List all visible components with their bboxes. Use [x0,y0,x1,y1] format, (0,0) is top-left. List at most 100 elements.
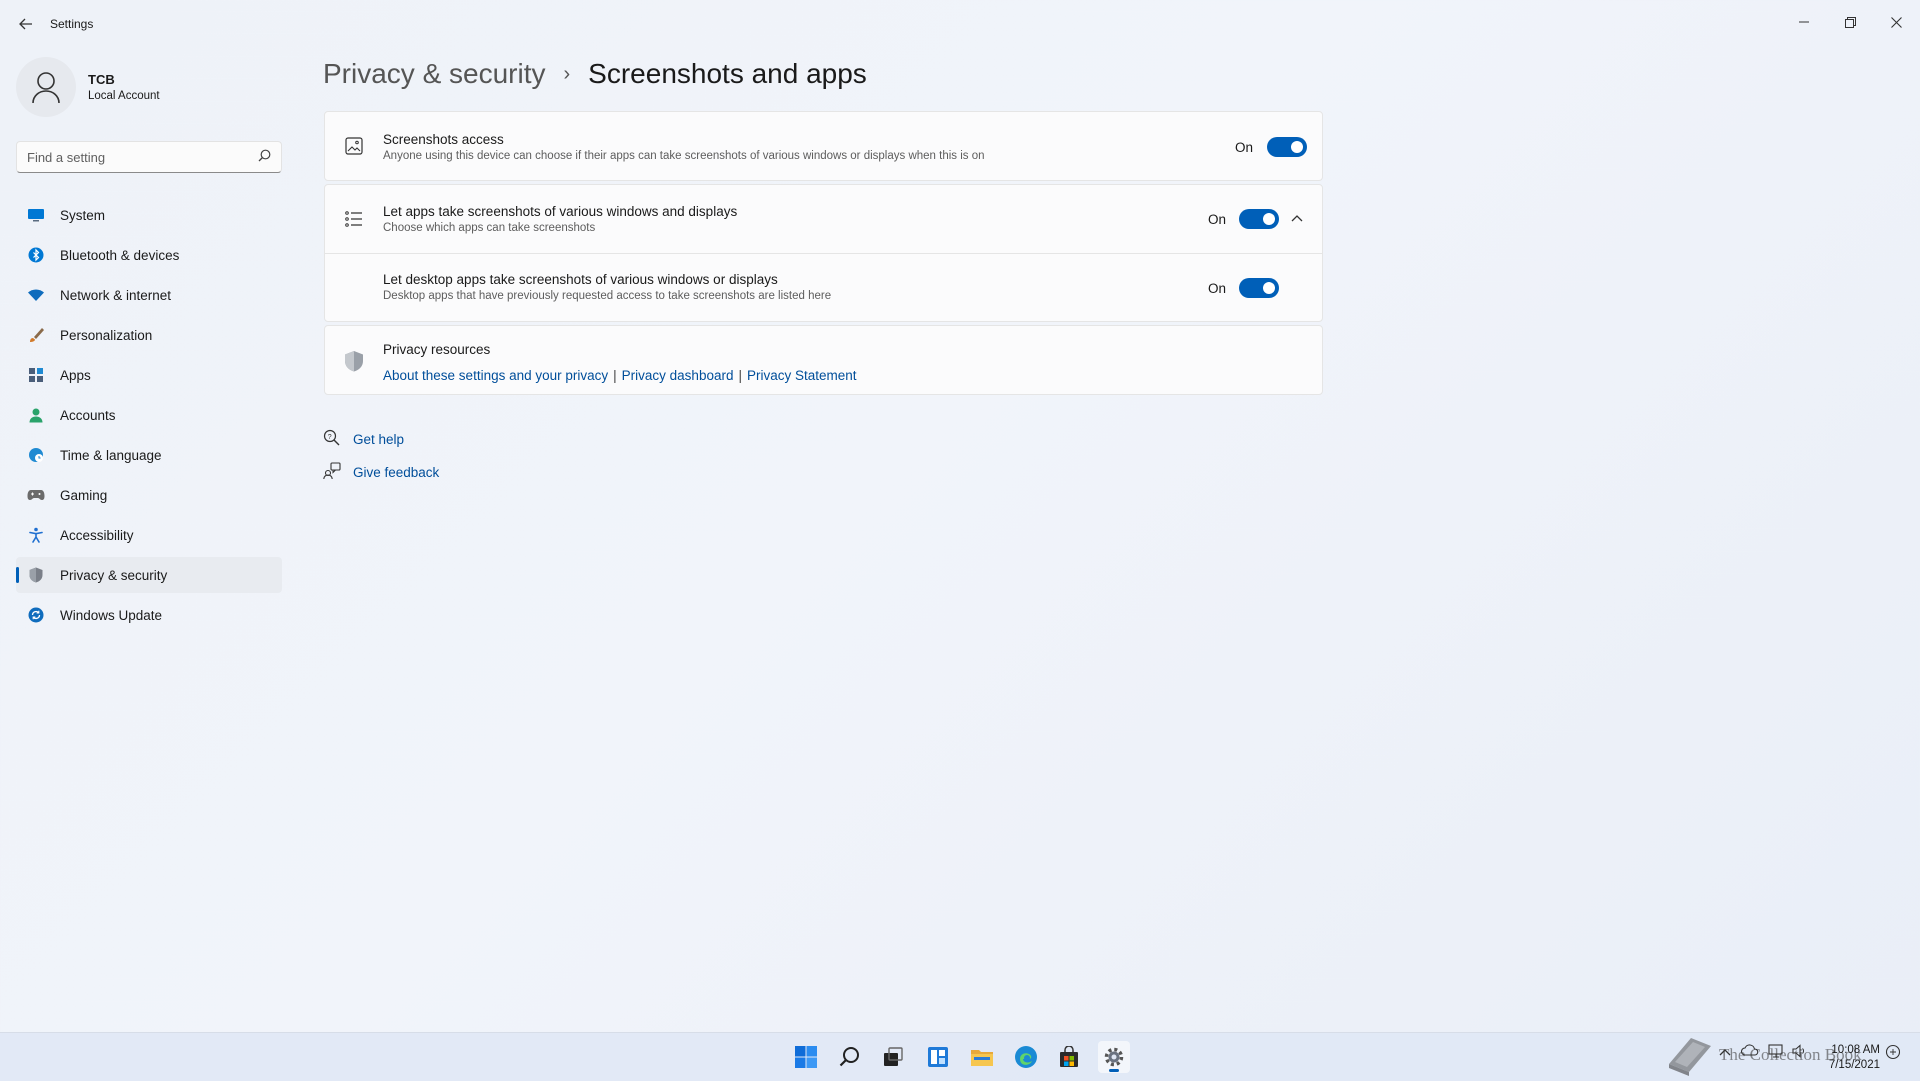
brush-icon [27,326,45,344]
edge-icon[interactable] [1010,1041,1042,1073]
title-bar: Settings [0,0,1920,48]
sidebar-item-label: Privacy & security [60,567,168,583]
tray-overflow-chevron-icon[interactable] [1719,1044,1731,1059]
sidebar-item-label: Personalization [60,327,153,343]
sidebar-item-windows-update[interactable]: Windows Update [16,597,282,633]
help-icon: ? [323,429,341,450]
store-icon[interactable] [1053,1041,1085,1073]
user-name: TCB [88,72,115,87]
give-feedback-link[interactable]: Give feedback [353,465,439,480]
about-settings-link[interactable]: About these settings and your privacy [383,368,608,383]
sidebar-item-label: Bluetooth & devices [60,247,180,263]
let-apps-toggle[interactable] [1239,209,1279,229]
page-title: Screenshots and apps [588,58,867,89]
sidebar-item-label: Time & language [60,447,162,463]
sidebar-item-apps[interactable]: Apps [16,357,282,393]
setting-title: Screenshots access [383,132,504,147]
sidebar-nav: System Bluetooth & devices Network & int… [16,197,282,637]
sidebar-item-accessibility[interactable]: Accessibility [16,517,282,553]
start-icon[interactable] [790,1041,822,1073]
sidebar-item-label: System [60,207,106,223]
restore-icon [1844,16,1856,28]
privacy-links: About these settings and your privacy | … [383,368,857,383]
privacy-resources-card: Privacy resources About these settings a… [324,325,1323,395]
settings-icon[interactable] [1098,1041,1130,1073]
clock-time: 10:08 AM [1831,1044,1880,1056]
minimize-button[interactable] [1781,6,1827,38]
setting-card-let-apps[interactable]: Let apps take screenshots of various win… [325,185,1322,254]
file-explorer-icon[interactable] [966,1041,998,1073]
setting-description: Choose which apps can take screenshots [383,222,596,234]
setting-card-let-desktop-apps: Let desktop apps take screenshots of var… [325,254,1322,321]
privacy-resources-title: Privacy resources [383,342,491,357]
monitor-icon [27,206,45,224]
get-help-link[interactable]: Get help [353,432,404,447]
apps-icon [27,366,45,384]
avatar[interactable] [16,57,76,117]
sidebar-item-label: Gaming [60,487,108,503]
toggle-knob [1263,282,1275,294]
feedback-icon [323,462,341,483]
sidebar-item-system[interactable]: System [16,197,282,233]
app-title: Settings [50,17,94,31]
shield-icon [27,566,45,584]
clock-date: 7/15/2021 [1828,1059,1880,1071]
link-separator: | [613,368,617,383]
sidebar-item-bluetooth[interactable]: Bluetooth & devices [16,237,282,273]
taskbar [0,1032,1920,1081]
search-input[interactable] [17,142,257,172]
chevron-up-icon[interactable] [1291,209,1303,225]
sidebar-item-label: Network & internet [60,287,172,303]
notification-icon[interactable] [1885,1044,1901,1063]
breadcrumb-separator: › [563,62,571,85]
svg-text:?: ? [328,434,332,441]
back-button[interactable] [14,12,38,36]
setting-title: Let desktop apps take screenshots of var… [383,272,778,287]
minimize-icon [1799,21,1809,23]
list-icon [343,208,365,230]
onedrive-icon[interactable] [1740,1044,1759,1059]
wifi-icon [27,286,45,304]
give-feedback-row[interactable]: Give feedback [323,462,439,483]
toggle-knob [1263,213,1275,225]
breadcrumb: Privacy & security › Screenshots and app… [323,58,867,90]
shield-icon [343,350,365,372]
widgets-icon[interactable] [922,1041,954,1073]
update-icon [27,606,45,624]
screenshots-access-toggle[interactable] [1267,137,1307,157]
user-account-type: Local Account [88,90,160,102]
person-icon [27,406,45,424]
search-icon[interactable] [834,1041,866,1073]
sidebar-item-accounts[interactable]: Accounts [16,397,282,433]
setting-group-let-apps: Let apps take screenshots of various win… [324,184,1323,322]
privacy-statement-link[interactable]: Privacy Statement [747,368,857,383]
back-arrow-icon [19,18,32,30]
privacy-dashboard-link[interactable]: Privacy dashboard [622,368,734,383]
restore-button[interactable] [1827,6,1873,38]
sidebar-item-personalization[interactable]: Personalization [16,317,282,353]
toggle-knob [1291,141,1303,153]
picture-icon [343,135,365,157]
toggle-state-label: On [1208,281,1227,296]
volume-icon[interactable] [1792,1044,1808,1061]
sidebar-item-network[interactable]: Network & internet [16,277,282,313]
network-icon[interactable] [1768,1044,1784,1061]
task-view-icon[interactable] [877,1041,909,1073]
close-button[interactable] [1873,6,1919,38]
sidebar-item-privacy-security[interactable]: Privacy & security [16,557,282,593]
bluetooth-icon [27,246,45,264]
breadcrumb-parent-link[interactable]: Privacy & security [323,58,546,90]
taskbar-clock[interactable]: 10:08 AM 7/15/2021 [1829,1043,1880,1073]
search-box [16,141,282,173]
link-separator: | [738,368,742,383]
gamepad-icon [27,486,45,504]
globe-clock-icon [27,446,45,464]
let-desktop-apps-toggle[interactable] [1239,278,1279,298]
sidebar-item-time-language[interactable]: Time & language [16,437,282,473]
get-help-row[interactable]: ? Get help [323,429,404,450]
accessibility-icon [27,526,45,544]
setting-card-screenshots-access: Screenshots access Anyone using this dev… [324,111,1323,181]
search-icon[interactable] [258,149,271,165]
sidebar-item-label: Apps [60,367,91,383]
sidebar-item-gaming[interactable]: Gaming [16,477,282,513]
